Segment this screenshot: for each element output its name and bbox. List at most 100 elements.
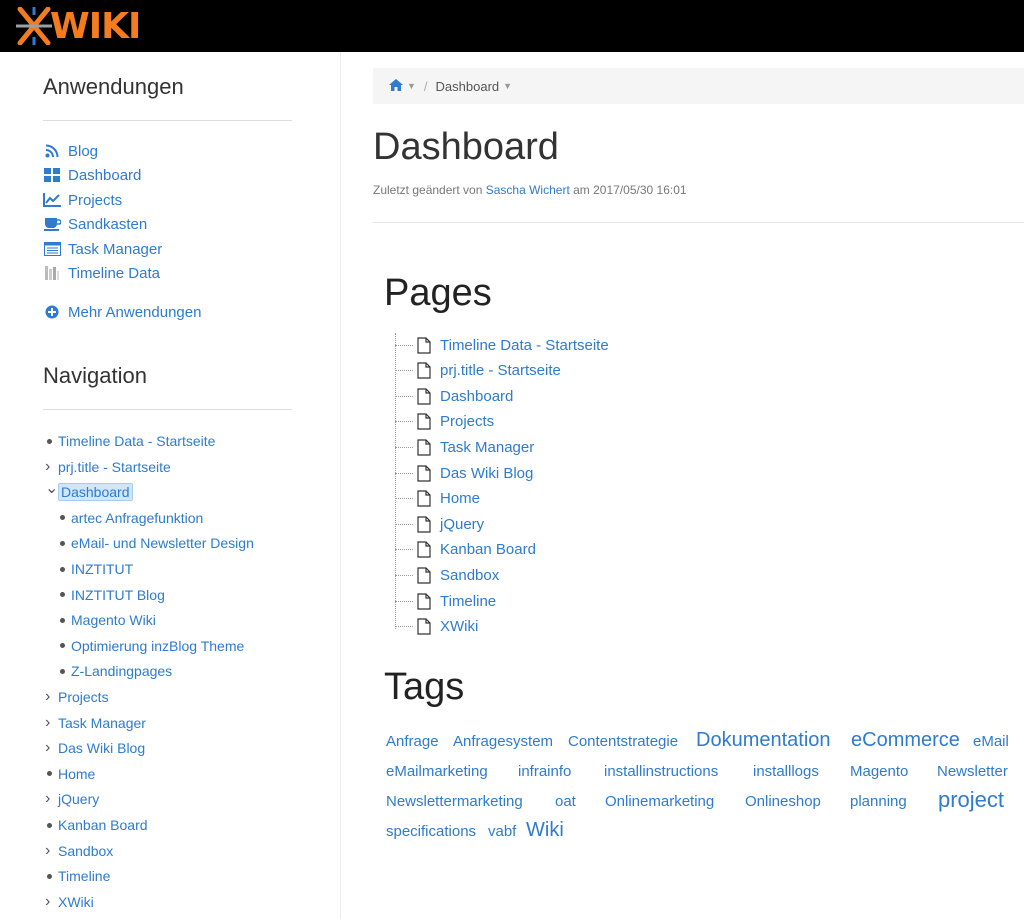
- tag-link[interactable]: Newslettermarketing: [386, 793, 523, 810]
- app-item-label[interactable]: Timeline Data: [68, 265, 160, 282]
- nav-item[interactable]: › XWiki: [45, 891, 94, 913]
- more-applications-label[interactable]: Mehr Anwendungen: [68, 304, 201, 321]
- chevron-right-icon[interactable]: ›: [45, 740, 58, 756]
- tree-item-label[interactable]: prj.title - Startseite: [440, 362, 561, 379]
- nav-item[interactable]: Timeline: [45, 865, 110, 887]
- nav-item[interactable]: › prj.title - Startseite: [45, 456, 171, 478]
- xwiki-logo[interactable]: WIKI: [14, 5, 141, 47]
- tree-item-label[interactable]: Projects: [440, 413, 494, 430]
- tag-link[interactable]: eMail: [973, 733, 1009, 750]
- tag-link[interactable]: Contentstrategie: [568, 733, 678, 750]
- tag-link[interactable]: oat: [555, 793, 576, 810]
- tree-item[interactable]: prj.title - Startseite: [390, 360, 561, 382]
- tag-link[interactable]: project: [938, 787, 1004, 813]
- nav-item[interactable]: INZTITUT Blog: [58, 584, 165, 606]
- nav-item-label[interactable]: prj.title - Startseite: [58, 459, 171, 475]
- tag-link[interactable]: vabf: [488, 823, 516, 840]
- tag-link[interactable]: specifications: [386, 823, 476, 840]
- chevron-right-icon[interactable]: ›: [45, 689, 58, 705]
- app-item-label[interactable]: Dashboard: [68, 167, 141, 184]
- tree-item[interactable]: jQuery: [390, 513, 484, 535]
- nav-item[interactable]: eMail- und Newsletter Design: [58, 532, 254, 554]
- home-icon[interactable]: [389, 78, 403, 94]
- tag-link[interactable]: infrainfo: [518, 763, 571, 780]
- tree-item[interactable]: Sandbox: [390, 564, 499, 586]
- tree-item[interactable]: Timeline: [390, 590, 496, 612]
- tree-item[interactable]: Kanban Board: [390, 539, 536, 561]
- nav-item-label[interactable]: Kanban Board: [58, 817, 148, 833]
- nav-item[interactable]: Magento Wiki: [58, 609, 156, 631]
- tree-item-label[interactable]: Timeline: [440, 593, 496, 610]
- app-item-timeline-data[interactable]: Timeline Data: [43, 262, 160, 284]
- nav-item-label[interactable]: INZTITUT: [71, 561, 133, 577]
- nav-item-label[interactable]: XWiki: [58, 894, 94, 910]
- tag-link[interactable]: installinstructions: [604, 763, 718, 780]
- tag-link[interactable]: Anfragesystem: [453, 733, 553, 750]
- chevron-right-icon[interactable]: ›: [45, 791, 58, 807]
- app-item-sandkasten[interactable]: Sandkasten: [43, 213, 147, 235]
- tree-item[interactable]: Timeline Data - Startseite: [390, 334, 609, 356]
- nav-item[interactable]: › Task Manager: [45, 712, 146, 734]
- tree-item[interactable]: Projects: [390, 411, 494, 433]
- tree-item-label[interactable]: Home: [440, 490, 480, 507]
- tag-link[interactable]: Magento: [850, 763, 908, 780]
- tree-item[interactable]: Home: [390, 488, 480, 510]
- tree-item[interactable]: Dashboard: [390, 385, 513, 407]
- tree-item-label[interactable]: Das Wiki Blog: [440, 465, 533, 482]
- app-item-task-manager[interactable]: Task Manager: [43, 238, 162, 260]
- tree-item[interactable]: Das Wiki Blog: [390, 462, 533, 484]
- chevron-right-icon[interactable]: ›: [45, 458, 58, 475]
- tree-item-label[interactable]: Dashboard: [440, 388, 513, 405]
- nav-item-label[interactable]: Timeline: [58, 868, 110, 884]
- nav-item[interactable]: Kanban Board: [45, 814, 148, 836]
- chevron-down-icon[interactable]: ⌄: [45, 481, 58, 497]
- nav-item-label[interactable]: Projects: [58, 689, 109, 705]
- chevron-right-icon[interactable]: ›: [45, 893, 58, 910]
- nav-item[interactable]: Timeline Data - Startseite: [45, 430, 215, 452]
- nav-item[interactable]: INZTITUT: [58, 558, 133, 580]
- nav-item-label[interactable]: Task Manager: [58, 715, 146, 731]
- nav-item[interactable]: artec Anfragefunktion: [58, 507, 203, 529]
- tree-item-label[interactable]: Sandbox: [440, 567, 499, 584]
- app-item-projects[interactable]: Projects: [43, 189, 122, 211]
- nav-item-label[interactable]: INZTITUT Blog: [71, 587, 165, 603]
- tree-item-label[interactable]: Task Manager: [440, 439, 534, 456]
- app-item-label[interactable]: Blog: [68, 143, 98, 160]
- chevron-right-icon[interactable]: ›: [45, 714, 58, 731]
- nav-item[interactable]: › Sandbox: [45, 840, 113, 862]
- nav-item-label[interactable]: jQuery: [58, 791, 99, 807]
- more-applications-link[interactable]: Mehr Anwendungen: [43, 301, 201, 323]
- tag-link[interactable]: Dokumentation: [696, 729, 831, 752]
- chevron-down-icon[interactable]: ▼: [407, 81, 416, 91]
- tag-link[interactable]: Onlinemarketing: [605, 793, 714, 810]
- nav-item-label[interactable]: Sandbox: [58, 843, 113, 859]
- nav-item-label[interactable]: Optimierung inzBlog Theme: [71, 638, 244, 654]
- nav-item[interactable]: › Das Wiki Blog: [45, 737, 145, 759]
- nav-item-label[interactable]: Magento Wiki: [71, 612, 156, 628]
- nav-item[interactable]: Optimierung inzBlog Theme: [58, 635, 244, 657]
- tree-item[interactable]: Task Manager: [390, 436, 534, 458]
- nav-item-label[interactable]: Dashboard: [58, 483, 133, 502]
- nav-item-label[interactable]: eMail- und Newsletter Design: [71, 535, 254, 551]
- tree-item-label[interactable]: XWiki: [440, 618, 478, 635]
- nav-item[interactable]: ⌄ Dashboard: [45, 481, 133, 503]
- app-item-label[interactable]: Task Manager: [68, 241, 162, 258]
- tag-link[interactable]: Wiki: [526, 819, 564, 842]
- tag-link[interactable]: Newsletter: [937, 763, 1008, 780]
- nav-item-label[interactable]: Das Wiki Blog: [58, 740, 145, 756]
- tag-link[interactable]: Anfrage: [386, 733, 439, 750]
- tag-link[interactable]: Onlineshop: [745, 793, 821, 810]
- author-link[interactable]: Sascha Wichert: [486, 183, 570, 197]
- tree-item-label[interactable]: Timeline Data - Startseite: [440, 337, 609, 354]
- app-item-blog[interactable]: Blog: [43, 140, 98, 162]
- nav-item[interactable]: › jQuery: [45, 788, 99, 810]
- tree-item-label[interactable]: jQuery: [440, 516, 484, 533]
- nav-item[interactable]: Z-Landingpages: [58, 660, 172, 682]
- nav-item[interactable]: › Projects: [45, 686, 109, 708]
- chevron-right-icon[interactable]: ›: [45, 842, 58, 859]
- tag-link[interactable]: eMailmarketing: [386, 763, 488, 780]
- tree-item[interactable]: XWiki: [390, 616, 478, 638]
- tag-link[interactable]: planning: [850, 793, 907, 810]
- tree-item-label[interactable]: Kanban Board: [440, 541, 536, 558]
- tag-link[interactable]: eCommerce: [851, 729, 960, 752]
